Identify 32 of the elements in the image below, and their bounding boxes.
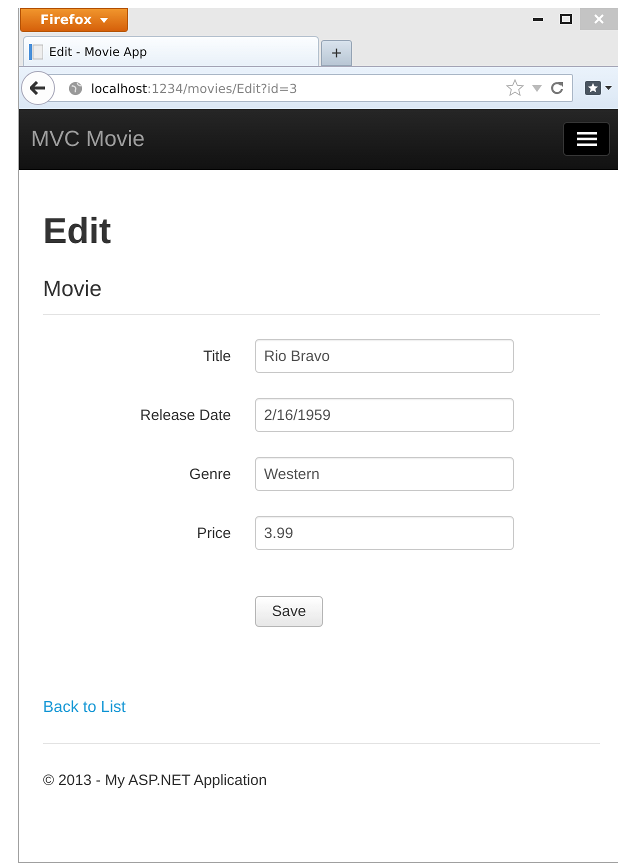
- maximize-icon: [560, 14, 572, 24]
- back-button[interactable]: [21, 71, 55, 105]
- section-heading: Movie: [43, 275, 103, 303]
- globe-icon: [68, 80, 83, 96]
- input-field[interactable]: 3.99: [255, 516, 514, 550]
- bookmarks-button[interactable]: [585, 81, 612, 95]
- field-label: Title: [202, 348, 231, 364]
- address-bar[interactable]: localhost:1234/movies/Edit?id=3: [47, 74, 573, 102]
- field-label: Release Date: [139, 406, 231, 424]
- bookmark-star-icon: [585, 81, 601, 95]
- menu-button[interactable]: [563, 122, 610, 156]
- caret-icon: [605, 86, 612, 90]
- save-button[interactable]: Save: [255, 596, 323, 627]
- minimize-icon: [533, 18, 543, 20]
- star-icon[interactable]: [506, 79, 524, 97]
- url-text: localhost:1234/movies/Edit?id=3: [91, 80, 298, 96]
- page-icon: [29, 44, 43, 60]
- new-tab-button[interactable]: +: [321, 40, 352, 66]
- footer-text: © 2013 - My ASP.NET Application: [43, 772, 268, 789]
- brand-link[interactable]: MVC Movie: [31, 126, 145, 152]
- field-label: Price: [196, 524, 231, 542]
- menu-icon: [576, 132, 596, 146]
- back-arrow-icon: [30, 81, 46, 95]
- reload-icon[interactable]: [550, 81, 564, 95]
- input-field[interactable]: Rio Bravo: [255, 339, 514, 373]
- page-heading: Edit: [43, 210, 112, 252]
- browser-tab[interactable]: Edit - Movie App: [23, 36, 319, 66]
- caret-icon: [100, 18, 108, 22]
- input-field[interactable]: 2/16/1959: [255, 398, 514, 432]
- field-label: Genre: [188, 466, 231, 482]
- input-field[interactable]: Western: [255, 457, 514, 491]
- close-icon: [594, 14, 604, 24]
